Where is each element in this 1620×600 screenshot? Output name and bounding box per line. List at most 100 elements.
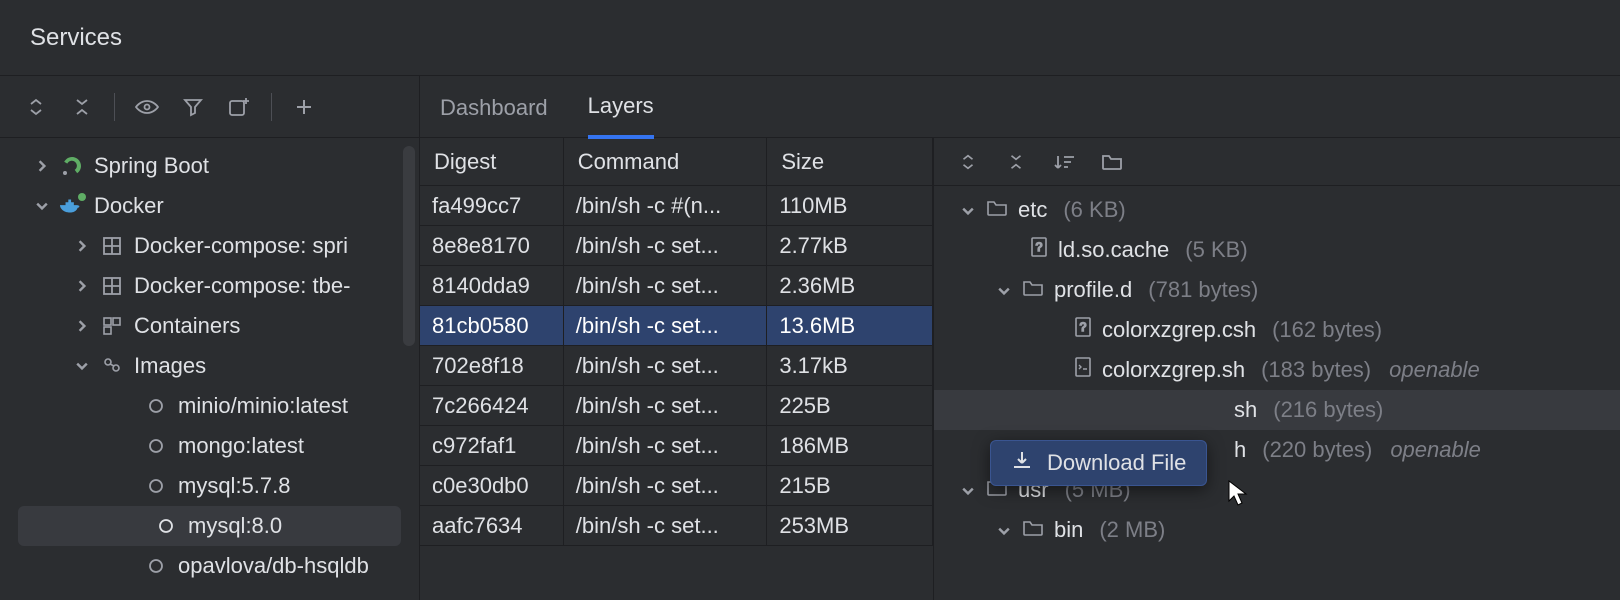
td-command: /bin/sh -c set...	[564, 306, 768, 345]
table-row[interactable]: c0e30db0/bin/sh -c set...215B	[420, 466, 933, 506]
file-size: (781 bytes)	[1148, 277, 1258, 303]
main-body: Digest Command Size fa499cc7/bin/sh -c #…	[420, 138, 1620, 600]
file-toolbar	[934, 138, 1620, 186]
context-menu-label: Download File	[1047, 450, 1186, 476]
tree-label: mysql:8.0	[188, 513, 282, 539]
file-name: colorxzgrep.csh	[1102, 317, 1256, 343]
td-digest: fa499cc7	[420, 186, 564, 225]
td-size: 253MB	[767, 506, 933, 545]
file-size: (5 KB)	[1185, 237, 1247, 263]
chevron-right-icon	[36, 155, 50, 178]
td-size: 110MB	[767, 186, 933, 225]
collapse-all-icon[interactable]	[1002, 148, 1030, 176]
show-icon[interactable]	[133, 93, 161, 121]
add-icon[interactable]	[290, 93, 318, 121]
file-size: (183 bytes)	[1261, 357, 1371, 383]
file-name: etc	[1018, 197, 1047, 223]
chevron-down-icon	[962, 197, 976, 223]
tab-layers[interactable]: Layers	[588, 93, 654, 139]
grid-icon	[100, 277, 124, 295]
td-digest: 8140dda9	[420, 266, 564, 305]
td-digest: 7c266424	[420, 386, 564, 425]
chevron-down-icon	[962, 477, 976, 503]
table-row[interactable]: c972faf1/bin/sh -c set...186MB	[420, 426, 933, 466]
panel-title: Services	[30, 24, 122, 52]
tree-item-image[interactable]: minio/minio:latest	[0, 386, 419, 426]
table-row[interactable]: 702e8f18/bin/sh -c set...3.17kB	[420, 346, 933, 386]
tree-label: mongo:latest	[178, 433, 304, 459]
context-menu-download[interactable]: Download File	[990, 440, 1207, 486]
tree-item-images[interactable]: Images	[0, 346, 419, 386]
file-name: bin	[1054, 517, 1083, 543]
table-row[interactable]: 7c266424/bin/sh -c set...225B	[420, 386, 933, 426]
tree-label: Docker	[94, 193, 164, 219]
table-row[interactable]: 8e8e8170/bin/sh -c set...2.77kB	[420, 226, 933, 266]
main-panel: Dashboard Layers Digest Command Size fa4…	[420, 76, 1620, 600]
table-row[interactable]: 81cb0580/bin/sh -c set...13.6MB	[420, 306, 933, 346]
tree-item-docker[interactable]: Docker	[0, 186, 419, 226]
chevron-down-icon	[998, 517, 1012, 543]
tree-label: minio/minio:latest	[178, 393, 348, 419]
folder-icon	[986, 197, 1008, 223]
td-size: 2.77kB	[767, 226, 933, 265]
expand-all-icon[interactable]	[954, 148, 982, 176]
filter-icon[interactable]	[179, 93, 207, 121]
ftree-folder-etc[interactable]: etc (6 KB)	[934, 190, 1620, 230]
table-row[interactable]: 8140dda9/bin/sh -c set...2.36MB	[420, 266, 933, 306]
tab-bar: Dashboard Layers	[420, 76, 1620, 138]
file-panel: etc (6 KB) ? ld.so.cache (5 KB) profile.…	[934, 138, 1620, 600]
td-size: 3.17kB	[767, 346, 933, 385]
th-digest[interactable]: Digest	[420, 138, 564, 185]
table-row[interactable]: aafc7634/bin/sh -c set...253MB	[420, 506, 933, 546]
tree-item-image[interactable]: mysql:5.7.8	[0, 466, 419, 506]
td-size: 2.36MB	[767, 266, 933, 305]
file-unknown-icon: ?	[1030, 237, 1048, 263]
left-panel: Spring Boot Docker Docker-c	[0, 76, 420, 600]
th-size[interactable]: Size	[767, 138, 933, 185]
tree-item-containers[interactable]: Containers	[0, 306, 419, 346]
ftree-file-ldsocache[interactable]: ? ld.so.cache (5 KB)	[934, 230, 1620, 270]
chevron-down-icon	[998, 277, 1012, 303]
containers-icon	[100, 317, 124, 335]
td-digest: 8e8e8170	[420, 226, 564, 265]
content: Spring Boot Docker Docker-c	[0, 76, 1620, 600]
scrollbar[interactable]	[403, 146, 415, 346]
tree-label: Docker-compose: tbe-	[134, 273, 350, 299]
tree-item-image[interactable]: opavlova/db-hsqldb	[0, 546, 419, 586]
table-row[interactable]: fa499cc7/bin/sh -c #(n...110MB	[420, 186, 933, 226]
ftree-file-sh[interactable]: colorxzgrep.sh (183 bytes) openable	[934, 350, 1620, 390]
circle-icon	[144, 558, 168, 574]
ftree-file-csh[interactable]: ? colorxzgrep.csh (162 bytes)	[934, 310, 1620, 350]
table-header: Digest Command Size	[420, 138, 933, 186]
tree-label: Docker-compose: spri	[134, 233, 348, 259]
td-command: /bin/sh -c set...	[564, 466, 768, 505]
th-command[interactable]: Command	[564, 138, 768, 185]
file-name: ld.so.cache	[1058, 237, 1169, 263]
tree-item-image-selected[interactable]: mysql:8.0	[18, 506, 401, 546]
chevron-down-icon	[36, 195, 50, 218]
tree-label: Images	[134, 353, 206, 379]
sort-icon[interactable]	[1050, 148, 1078, 176]
file-size: (6 KB)	[1063, 197, 1125, 223]
tab-dashboard[interactable]: Dashboard	[440, 95, 548, 137]
expand-all-icon[interactable]	[22, 93, 50, 121]
tree-item-springboot[interactable]: Spring Boot	[0, 146, 419, 186]
tree-item-compose2[interactable]: Docker-compose: tbe-	[0, 266, 419, 306]
file-name: colorxzgrep.sh	[1102, 357, 1245, 383]
tree-item-image[interactable]: mongo:latest	[0, 426, 419, 466]
td-digest: c972faf1	[420, 426, 564, 465]
td-command: /bin/sh -c set...	[564, 346, 768, 385]
chevron-right-icon	[76, 315, 90, 338]
new-session-icon[interactable]	[225, 93, 253, 121]
folder-icon[interactable]	[1098, 148, 1126, 176]
ftree-folder-profiled[interactable]: profile.d (781 bytes)	[934, 270, 1620, 310]
table-body: fa499cc7/bin/sh -c #(n...110MB8e8e8170/b…	[420, 186, 933, 600]
ftree-folder-bin[interactable]: bin (2 MB)	[934, 510, 1620, 550]
ftree-file-hidden-sh[interactable]: sh (216 bytes)	[934, 390, 1620, 430]
chevron-right-icon	[76, 275, 90, 298]
collapse-all-icon[interactable]	[68, 93, 96, 121]
file-tree: etc (6 KB) ? ld.so.cache (5 KB) profile.…	[934, 186, 1620, 600]
td-digest: c0e30db0	[420, 466, 564, 505]
td-command: /bin/sh -c set...	[564, 266, 768, 305]
tree-item-compose1[interactable]: Docker-compose: spri	[0, 226, 419, 266]
